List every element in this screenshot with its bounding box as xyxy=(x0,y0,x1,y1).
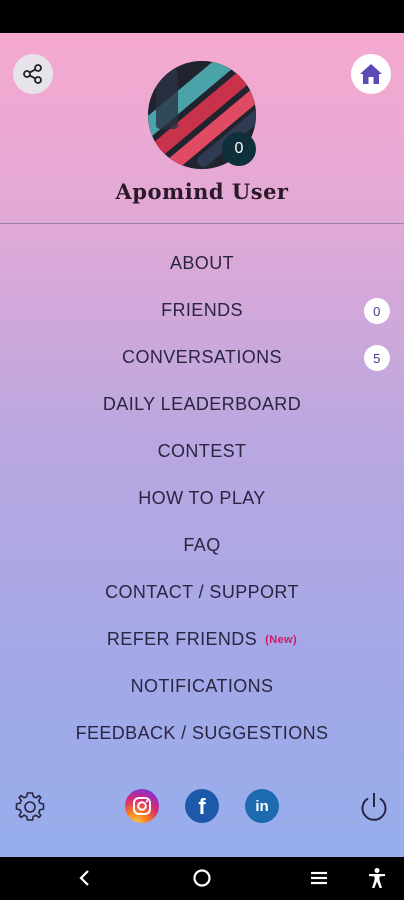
nav-recents-button[interactable] xyxy=(304,863,334,893)
menu-item-contest[interactable]: CONTEST xyxy=(0,428,404,475)
menu-item-feedback-suggestions[interactable]: FEEDBACK / SUGGESTIONS xyxy=(0,710,404,757)
menu-item-label: CONVERSATIONS xyxy=(122,347,282,367)
circle-home-icon xyxy=(193,869,211,887)
username: Apomind User xyxy=(115,179,289,204)
menu-item-label: NOTIFICATIONS xyxy=(130,676,274,696)
menu-item-contact-support[interactable]: CONTACT / SUPPORT xyxy=(0,569,404,616)
menu-item-daily-leaderboard[interactable]: DAILY LEADERBOARD xyxy=(0,381,404,428)
nav-home-button[interactable] xyxy=(187,863,217,893)
nav-back-button[interactable] xyxy=(70,863,100,893)
footer: f in xyxy=(0,785,404,825)
avatar-count-badge: 0 xyxy=(222,132,256,166)
logout-button[interactable] xyxy=(356,789,392,825)
facebook-icon: f xyxy=(198,794,206,819)
menu-item-label: ABOUT xyxy=(169,253,234,273)
back-icon xyxy=(79,870,89,886)
menu-item-faq[interactable]: FAQ xyxy=(0,522,404,569)
menu-list: ABOUT FRIENDS 0 CONVERSATIONS 5 DAILY LE… xyxy=(0,240,404,757)
menu-item-label: FAQ xyxy=(183,535,221,555)
conversations-count-badge: 5 xyxy=(364,345,390,371)
share-icon xyxy=(23,64,42,84)
menu-item-label: DAILY LEADERBOARD xyxy=(102,394,302,414)
status-bar xyxy=(0,0,404,33)
system-nav-bar xyxy=(0,857,404,900)
settings-button[interactable] xyxy=(12,789,48,825)
instagram-icon xyxy=(133,797,151,815)
menu-item-how-to-play[interactable]: HOW TO PLAY xyxy=(0,475,404,522)
nav-accessibility-button[interactable] xyxy=(362,863,392,893)
menu-item-conversations[interactable]: CONVERSATIONS 5 xyxy=(0,334,404,381)
menu-item-refer-friends[interactable]: REFER FRIENDS (New) xyxy=(0,616,404,663)
gear-icon xyxy=(15,792,45,821)
menu-lines-icon xyxy=(311,871,327,885)
menu-item-about[interactable]: ABOUT xyxy=(0,240,404,287)
menu-item-label: CONTACT / SUPPORT xyxy=(105,582,299,602)
linkedin-icon: in xyxy=(255,797,269,815)
menu-item-label: HOW TO PLAY xyxy=(138,488,266,508)
menu-item-label: REFER FRIENDS xyxy=(106,629,258,649)
side-menu-screen: 0 Apomind User ABOUT FRIENDS 0 CONVERSAT… xyxy=(0,33,404,857)
divider xyxy=(0,223,404,224)
share-button[interactable] xyxy=(13,54,53,94)
menu-item-label: CONTEST xyxy=(157,441,247,461)
power-icon xyxy=(361,793,387,821)
home-icon xyxy=(360,64,382,84)
facebook-button[interactable]: f xyxy=(185,789,219,823)
menu-item-label: FRIENDS xyxy=(161,300,243,320)
menu-item-friends[interactable]: FRIENDS 0 xyxy=(0,287,404,334)
menu-item-label: FEEDBACK / SUGGESTIONS xyxy=(75,723,329,743)
menu-item-notifications[interactable]: NOTIFICATIONS xyxy=(0,663,404,710)
home-button[interactable] xyxy=(351,54,391,94)
accessibility-icon xyxy=(369,868,385,888)
friends-count-badge: 0 xyxy=(364,298,390,324)
linkedin-button[interactable]: in xyxy=(245,789,279,823)
instagram-button[interactable] xyxy=(125,789,159,823)
new-tag: (New) xyxy=(265,633,298,646)
